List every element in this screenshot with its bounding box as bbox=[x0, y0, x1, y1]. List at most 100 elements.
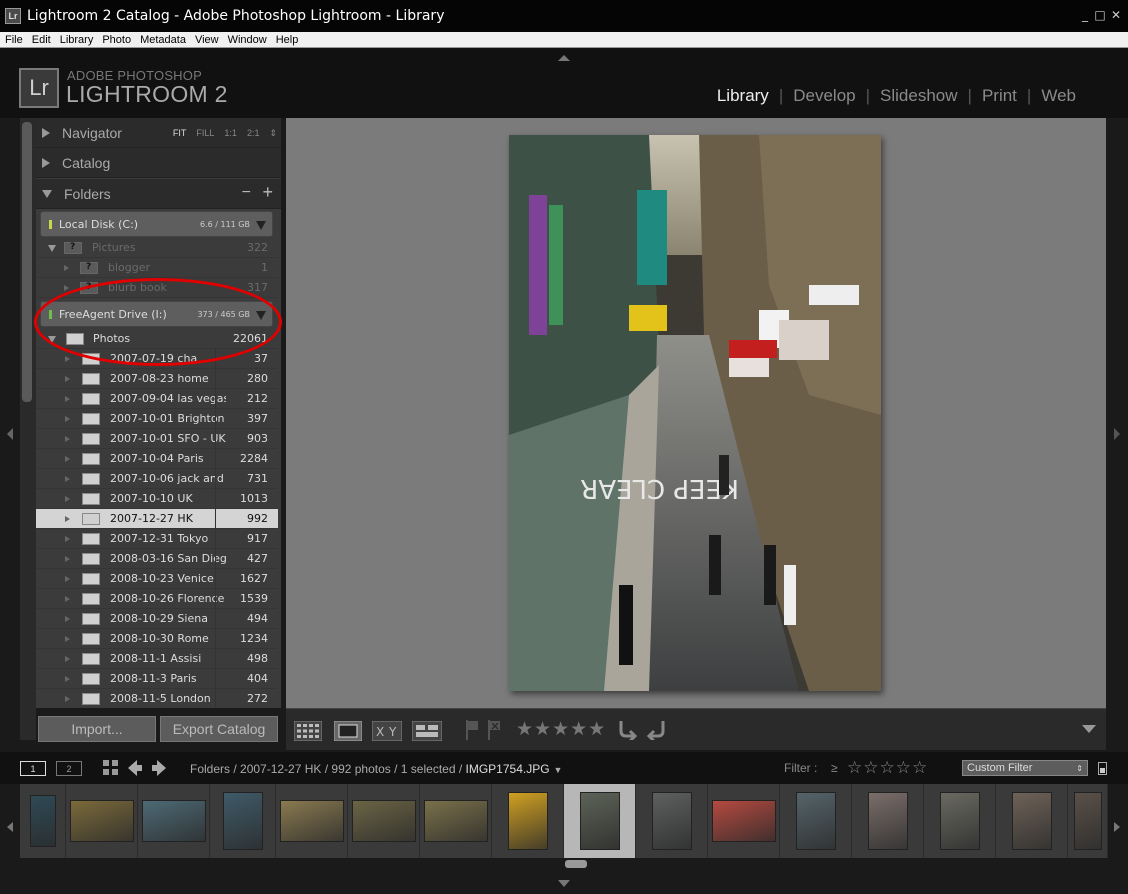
filmstrip-cell[interactable] bbox=[708, 784, 780, 858]
menu-view[interactable]: View bbox=[190, 34, 223, 46]
photo-thumbnail[interactable] bbox=[868, 792, 908, 850]
catalog-header[interactable]: Catalog bbox=[36, 148, 281, 178]
remove-folder-button[interactable]: − bbox=[242, 184, 251, 202]
rating-stars[interactable]: ★★★★★ bbox=[516, 718, 606, 740]
import-button[interactable]: Import... bbox=[38, 716, 156, 742]
close-icon[interactable]: ✕ bbox=[1109, 9, 1123, 21]
filmstrip-cell[interactable] bbox=[924, 784, 996, 858]
folder-row[interactable]: 2007-09-04 las vegas 212 bbox=[36, 388, 278, 409]
menu-window[interactable]: Window bbox=[223, 34, 271, 46]
photo-thumbnail[interactable] bbox=[580, 792, 620, 850]
photo-thumbnail[interactable] bbox=[652, 792, 692, 850]
filmstrip-cell[interactable] bbox=[996, 784, 1068, 858]
primary-monitor-button[interactable]: 1 bbox=[20, 761, 46, 776]
folder-row[interactable]: ? Pictures 322 bbox=[36, 238, 278, 258]
left-panel-scrollbar[interactable] bbox=[22, 122, 32, 402]
photo-thumbnail[interactable] bbox=[796, 792, 836, 850]
compare-view-icon[interactable]: XY bbox=[372, 721, 402, 741]
breadcrumb-dropdown-icon[interactable]: ▼ bbox=[554, 765, 563, 775]
photo-thumbnail[interactable] bbox=[712, 800, 776, 842]
collapse-triangle-icon[interactable] bbox=[65, 596, 70, 602]
filmstrip-cell[interactable] bbox=[20, 784, 66, 858]
folder-row[interactable]: 2007-12-27 HK 992 bbox=[36, 508, 278, 529]
right-panel-toggle-icon[interactable] bbox=[1114, 428, 1120, 440]
folder-row[interactable]: 2008-03-16 San Diego 427 bbox=[36, 548, 278, 569]
folder-row[interactable]: 2008-10-30 Rome 1234 bbox=[36, 628, 278, 649]
photo-thumbnail[interactable] bbox=[1074, 792, 1102, 850]
filmstrip-cell[interactable] bbox=[276, 784, 348, 858]
filmstrip-cell[interactable] bbox=[492, 784, 564, 858]
filmstrip-cell[interactable] bbox=[1068, 784, 1108, 858]
module-slideshow[interactable]: Slideshow bbox=[870, 86, 968, 106]
minimize-icon[interactable]: _ bbox=[1078, 9, 1092, 21]
collapse-triangle-icon[interactable] bbox=[65, 696, 70, 702]
filmstrip-cell[interactable] bbox=[138, 784, 210, 858]
filter-operator[interactable]: ≥ bbox=[831, 761, 838, 775]
photo-thumbnail[interactable] bbox=[508, 792, 548, 850]
collapse-triangle-icon[interactable] bbox=[65, 456, 70, 462]
maximize-icon[interactable]: □ bbox=[1093, 9, 1107, 21]
filmstrip-cell[interactable] bbox=[210, 784, 276, 858]
module-web[interactable]: Web bbox=[1031, 86, 1086, 106]
filter-lock-icon[interactable] bbox=[1098, 762, 1107, 775]
folder-row[interactable]: 2008-10-26 Florence 1539 bbox=[36, 588, 278, 609]
folder-row[interactable]: 2008-10-23 Venice 1627 bbox=[36, 568, 278, 589]
collapse-triangle-icon[interactable] bbox=[65, 556, 70, 562]
collapse-triangle-icon[interactable] bbox=[65, 496, 70, 502]
collapse-triangle-icon[interactable] bbox=[65, 636, 70, 642]
grid-mode-icon[interactable] bbox=[103, 760, 119, 776]
zoom-2-1[interactable]: 2:1 bbox=[247, 128, 260, 139]
menu-help[interactable]: Help bbox=[271, 34, 303, 46]
menu-edit[interactable]: Edit bbox=[27, 34, 55, 46]
expand-triangle-icon[interactable] bbox=[48, 245, 56, 252]
zoom-fill[interactable]: FILL bbox=[196, 128, 214, 139]
photo-thumbnail[interactable] bbox=[70, 800, 134, 842]
loupe-view-icon[interactable] bbox=[334, 721, 362, 741]
folder-row[interactable]: 2008-11-5 London 272 bbox=[36, 688, 278, 708]
collapse-triangle-icon[interactable] bbox=[64, 285, 69, 291]
source-breadcrumb[interactable]: Folders / 2007-12-27 HK / 992 photos / 1… bbox=[190, 762, 562, 776]
folder-row[interactable]: 2007-08-23 home 280 bbox=[36, 368, 278, 389]
filmstrip-cell[interactable] bbox=[564, 784, 636, 858]
filmstrip-cell[interactable] bbox=[66, 784, 138, 858]
collapse-triangle-icon[interactable] bbox=[65, 536, 70, 542]
navigator-header[interactable]: Navigator FIT FILL 1:1 2:1 ⇕ bbox=[36, 118, 281, 148]
filmstrip-cell[interactable] bbox=[420, 784, 492, 858]
menu-metadata[interactable]: Metadata bbox=[135, 34, 190, 46]
export-catalog-button[interactable]: Export Catalog bbox=[160, 716, 278, 742]
collapse-triangle-icon[interactable] bbox=[65, 396, 70, 402]
menu-file[interactable]: File bbox=[0, 34, 27, 46]
flag-pick-icon[interactable] bbox=[464, 720, 480, 740]
folder-row[interactable]: 2008-10-29 Siena 494 bbox=[36, 608, 278, 629]
collapse-triangle-icon[interactable] bbox=[65, 476, 70, 482]
filmstrip-cell[interactable] bbox=[636, 784, 708, 858]
menu-library[interactable]: Library bbox=[55, 34, 98, 46]
zoom-1-1[interactable]: 1:1 bbox=[224, 128, 237, 139]
folder-row[interactable]: 2007-10-04 Paris 2284 bbox=[36, 448, 278, 469]
photo-thumbnail[interactable] bbox=[142, 800, 206, 842]
rotate-right-icon[interactable] bbox=[646, 718, 668, 740]
collapse-triangle-icon[interactable] bbox=[65, 416, 70, 422]
toolbar-menu-icon[interactable] bbox=[1082, 725, 1096, 735]
collapse-triangle-icon[interactable] bbox=[64, 265, 69, 271]
filter-preset-select[interactable]: Custom Filter ⇕ bbox=[962, 760, 1088, 776]
module-library[interactable]: Library bbox=[707, 86, 779, 106]
forward-arrow-icon[interactable] bbox=[152, 760, 166, 776]
collapse-triangle-icon[interactable] bbox=[65, 436, 70, 442]
left-panel-toggle-icon[interactable] bbox=[7, 428, 13, 440]
module-develop[interactable]: Develop bbox=[783, 86, 865, 106]
module-print[interactable]: Print bbox=[972, 86, 1027, 106]
folder-row[interactable]: 2007-10-01 Brighton 397 bbox=[36, 408, 278, 429]
folder-row[interactable]: 2007-10-10 UK 1013 bbox=[36, 488, 278, 509]
zoom-fit[interactable]: FIT bbox=[173, 128, 187, 139]
menu-photo[interactable]: Photo bbox=[97, 34, 135, 46]
photo-thumbnail[interactable] bbox=[223, 792, 263, 850]
photo-thumbnail[interactable] bbox=[940, 792, 980, 850]
folder-row[interactable]: 2007-10-01 SFO - UK 903 bbox=[36, 428, 278, 449]
top-panel-toggle-icon[interactable] bbox=[558, 55, 570, 61]
secondary-monitor-button[interactable]: 2 bbox=[56, 761, 82, 776]
rotate-left-icon[interactable] bbox=[616, 718, 638, 740]
folder-row[interactable]: 2007-12-31 Tokyo 917 bbox=[36, 528, 278, 549]
folder-row[interactable]: 2007-10-06 jack and ... 731 bbox=[36, 468, 278, 489]
photo-thumbnail[interactable] bbox=[1012, 792, 1052, 850]
